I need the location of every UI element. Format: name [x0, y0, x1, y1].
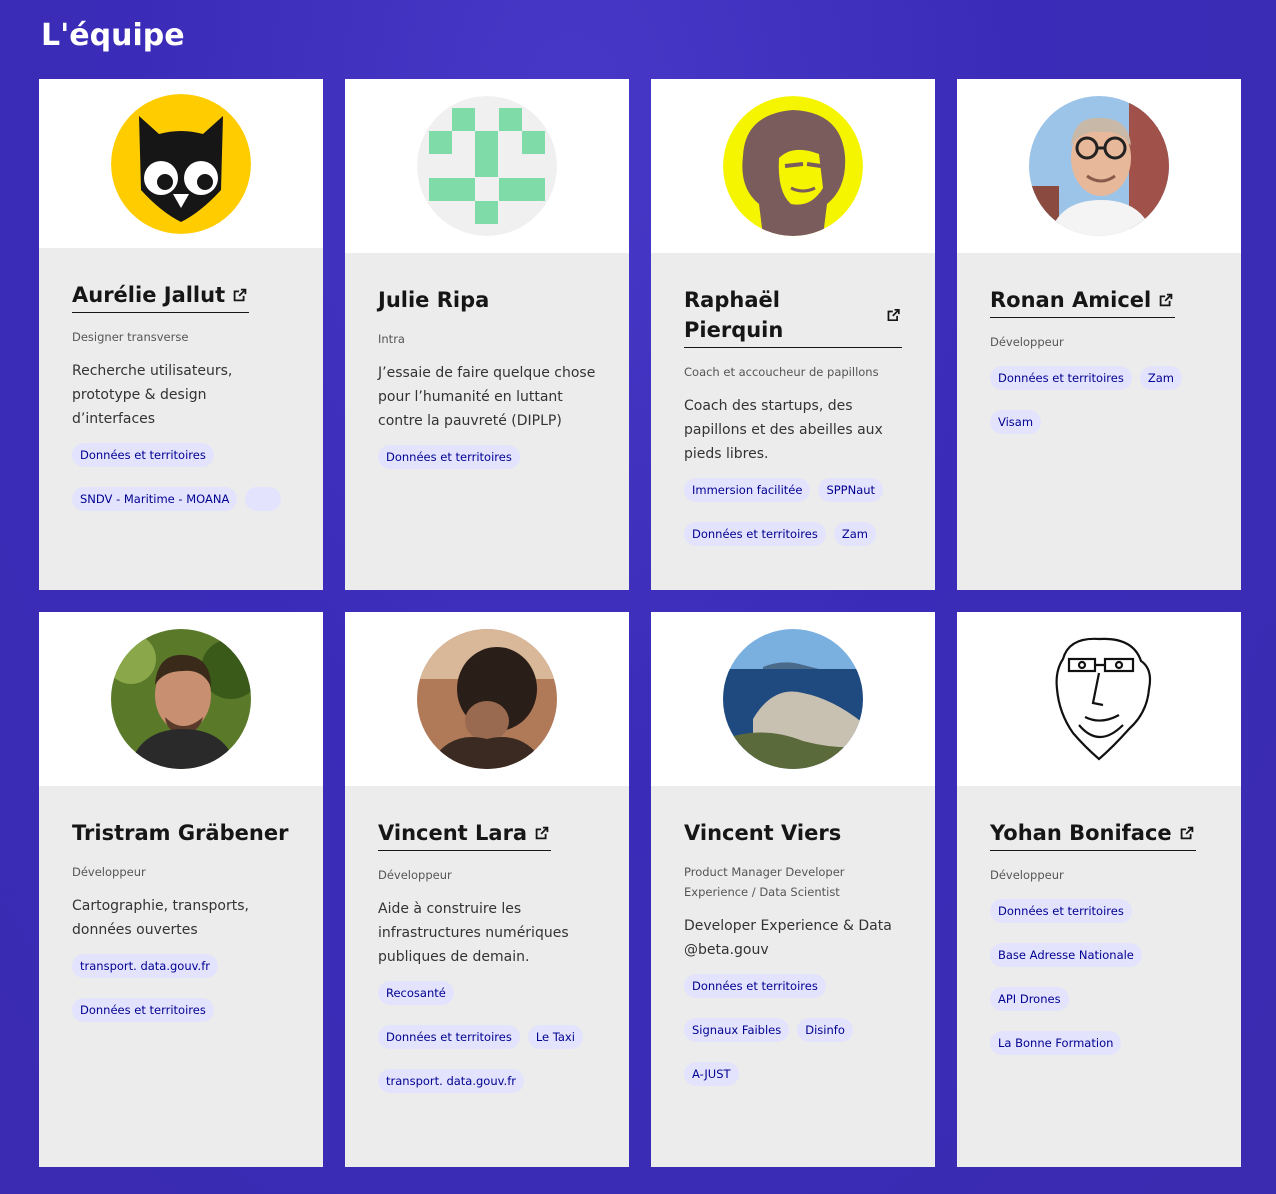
avatar-frame — [345, 79, 629, 253]
member-card: Vincent Lara Développeur Aide à construi… — [345, 612, 629, 1167]
member-card: Aurélie Jallut Designer transverse Reche… — [39, 79, 323, 590]
tag[interactable]: SPPNaut — [818, 478, 884, 502]
tag[interactable]: Données et territoires — [684, 522, 826, 546]
tag[interactable]: Données et territoires — [72, 443, 214, 467]
member-name-link[interactable]: Aurélie Jallut — [72, 280, 250, 313]
member-role: Développeur — [378, 868, 452, 882]
tag[interactable]: Base Adresse Nationale — [990, 943, 1142, 967]
member-card: Tristram Gräbener Développeur Cartograph… — [39, 612, 323, 1167]
member-role: Intra — [378, 332, 405, 346]
page-title: L'équipe — [41, 18, 185, 53]
member-description: Developer Experience & Data @beta.gouv — [684, 918, 892, 958]
portrait-photo — [1029, 96, 1169, 236]
tag[interactable]: transport. data.gouv.fr — [378, 1069, 524, 1093]
tag[interactable]: API Drones — [990, 987, 1069, 1011]
avatar-frame — [651, 79, 935, 253]
tag-list: Données et territoires SNDV - Maritime -… — [72, 443, 290, 511]
member-name-link[interactable]: Raphaël Pierquin — [684, 285, 902, 348]
portrait-yellow — [723, 96, 863, 236]
tag-list: transport. data.gouv.fr Données et terri… — [72, 954, 290, 1022]
external-link-icon — [1159, 293, 1173, 307]
tag[interactable]: Données et territoires — [990, 899, 1132, 923]
tag[interactable]: A-JUST — [684, 1062, 739, 1086]
member-name-link[interactable]: Ronan Amicel — [990, 285, 1176, 318]
owl-icon — [111, 93, 251, 234]
tag[interactable]: Disinfo — [797, 1018, 853, 1042]
landscape-photo — [723, 629, 863, 769]
external-link-icon — [887, 308, 900, 322]
tag-list: Données et territoires Zam Visam — [990, 366, 1208, 434]
member-card: Yohan Boniface Développeur Données et te… — [957, 612, 1241, 1167]
avatar-frame — [957, 79, 1241, 253]
member-description: J’essaie de faire quelque chose pour l’h… — [378, 365, 596, 429]
member-name: Julie Ripa — [378, 288, 490, 312]
tag[interactable]: La Bonne Formation — [990, 1031, 1122, 1055]
member-name: Tristram Gräbener — [72, 821, 289, 845]
tag[interactable]: Le Taxi — [527, 1025, 583, 1049]
tag-list: Recosanté Données et territoires Le Taxi… — [378, 981, 596, 1093]
member-description: Cartographie, transports, données ouvert… — [72, 898, 249, 938]
tag[interactable]: transport. data.gouv.fr — [72, 954, 218, 978]
avatar-frame — [957, 612, 1241, 786]
member-role: Développeur — [990, 335, 1064, 349]
identicon — [417, 96, 557, 236]
member-description: Recherche utilisateurs, prototype & desi… — [72, 363, 233, 427]
member-role: Product Manager Developer Experience / D… — [684, 865, 845, 899]
member-description: Aide à construire les infrastructures nu… — [378, 901, 569, 965]
avatar-frame — [345, 612, 629, 786]
avatar-frame — [39, 612, 323, 786]
member-card: Ronan Amicel Développeur Données et terr… — [957, 79, 1241, 590]
member-card: Vincent Viers Product Manager Developer … — [651, 612, 935, 1167]
member-name: Vincent Viers — [684, 821, 842, 845]
tag[interactable]: Immersion facilitée — [684, 478, 811, 502]
tag[interactable]: Zam — [833, 522, 876, 546]
tag[interactable]: Données et territoires — [378, 445, 520, 469]
member-card: Raphaël Pierquin Coach et accoucheur de … — [651, 79, 935, 590]
tag[interactable]: Données et territoires — [378, 1025, 520, 1049]
member-role: Développeur — [990, 868, 1064, 882]
member-name-link[interactable]: Yohan Boniface — [990, 818, 1196, 851]
tag[interactable]: Données et territoires — [72, 998, 214, 1022]
tag[interactable]: Signaux Faibles — [684, 1018, 790, 1042]
member-role: Coach et accoucheur de papillons — [684, 365, 879, 379]
external-link-icon — [1180, 826, 1193, 840]
tag-list: Données et territoires — [378, 445, 596, 469]
member-role: Designer transverse — [72, 330, 189, 344]
avatar-frame — [39, 79, 323, 248]
tag[interactable]: Recosanté — [378, 981, 454, 1005]
tag-list: Immersion facilitée SPPNaut Données et t… — [684, 478, 902, 546]
member-description: Coach des startups, des papillons et des… — [684, 398, 883, 462]
external-link-icon — [233, 288, 247, 302]
tag[interactable]: Zam — [1139, 366, 1182, 390]
portrait-photo — [111, 629, 251, 769]
tag-list: Données et territoires Base Adresse Nati… — [990, 899, 1208, 1055]
tag[interactable] — [245, 487, 282, 511]
member-card: Julie Ripa Intra J’essaie de faire quelq… — [345, 79, 629, 590]
tag-list: Données et territoires Signaux Faibles D… — [684, 974, 902, 1086]
sketch-portrait — [1029, 629, 1169, 769]
avatar-frame — [651, 612, 935, 786]
member-name-link[interactable]: Vincent Lara — [378, 818, 552, 851]
portrait-photo — [417, 629, 557, 769]
tag[interactable]: Données et territoires — [684, 974, 826, 998]
tag[interactable]: Visam — [990, 410, 1042, 434]
tag[interactable]: SNDV - Maritime - MOANA — [72, 487, 238, 511]
member-role: Développeur — [72, 865, 146, 879]
external-link-icon — [535, 826, 549, 840]
tag[interactable]: Données et territoires — [990, 366, 1132, 390]
